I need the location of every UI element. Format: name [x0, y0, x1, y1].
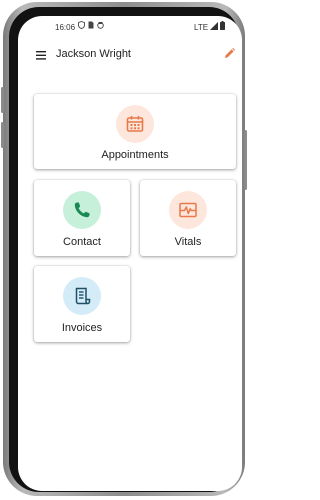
contact-tile[interactable]: Contact	[34, 180, 130, 256]
screen: 16:06 LTE Jackson Wright Appointments Co…	[18, 16, 242, 491]
invoices-label: Invoices	[61, 322, 103, 334]
sync-icon	[97, 21, 104, 29]
phone-bezel: 16:06 LTE Jackson Wright Appointments Co…	[9, 7, 242, 492]
receipt-icon	[75, 287, 91, 305]
appointments-label: Appointments	[101, 149, 169, 161]
vitals-tile[interactable]: Vitals	[140, 180, 236, 256]
invoices-tile[interactable]: Invoices	[34, 266, 130, 342]
status-time: 16:06	[55, 23, 76, 32]
pencil-icon[interactable]	[224, 48, 235, 59]
battery-icon	[220, 21, 225, 30]
vitals-label: Vitals	[174, 236, 202, 248]
sim-card-icon	[88, 21, 94, 29]
phone-frame: 16:06 LTE Jackson Wright Appointments Co…	[1, 2, 247, 496]
shield-icon	[78, 21, 85, 29]
hamburger-menu-icon[interactable]	[36, 51, 46, 60]
page-title: Jackson Wright	[56, 48, 131, 60]
app-bar: Jackson Wright	[18, 38, 242, 74]
phone-side-button	[1, 122, 4, 148]
phone-power-button	[244, 130, 247, 190]
phone-side-button	[1, 87, 4, 113]
vitals-icon	[179, 202, 197, 218]
contact-label: Contact	[63, 236, 101, 248]
calendar-icon	[126, 116, 144, 132]
phone-icon	[74, 202, 90, 218]
network-type: LTE	[194, 23, 209, 32]
signal-icon	[210, 21, 218, 30]
appointments-tile[interactable]: Appointments	[34, 94, 236, 169]
status-bar: 16:06 LTE	[18, 16, 242, 38]
